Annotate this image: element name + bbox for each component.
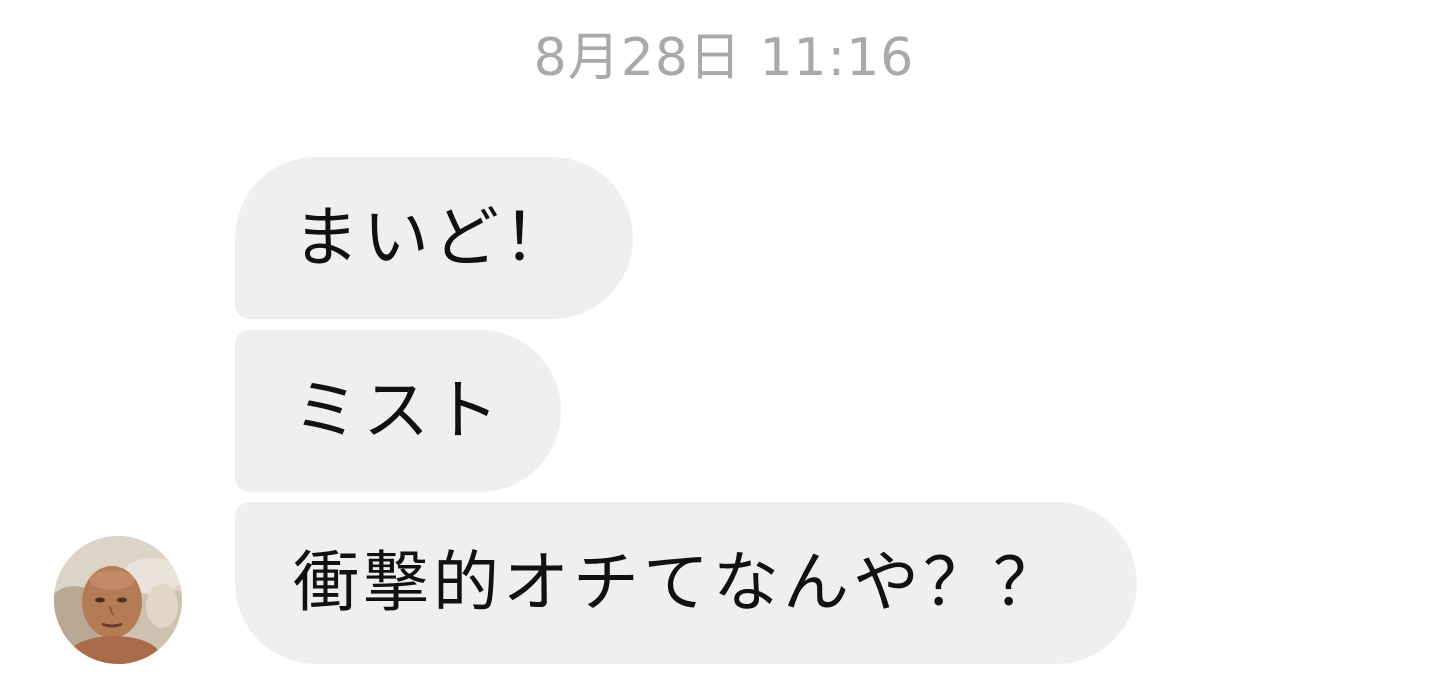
message-bubble[interactable]: まいど！ (235, 157, 633, 319)
message-bubble[interactable]: ミスト (235, 330, 561, 492)
message-bubble[interactable]: 衝撃的オチてなんや？？ (235, 502, 1137, 664)
message-text: 衝撃的オチてなんや？？ (293, 544, 1063, 621)
message-timestamp: 8月28日 11:16 (533, 28, 915, 88)
avatar-photo-icon (54, 536, 182, 664)
message-text: まいど！ (293, 199, 573, 276)
sender-avatar[interactable] (54, 536, 182, 664)
message-text: ミスト (293, 372, 503, 449)
